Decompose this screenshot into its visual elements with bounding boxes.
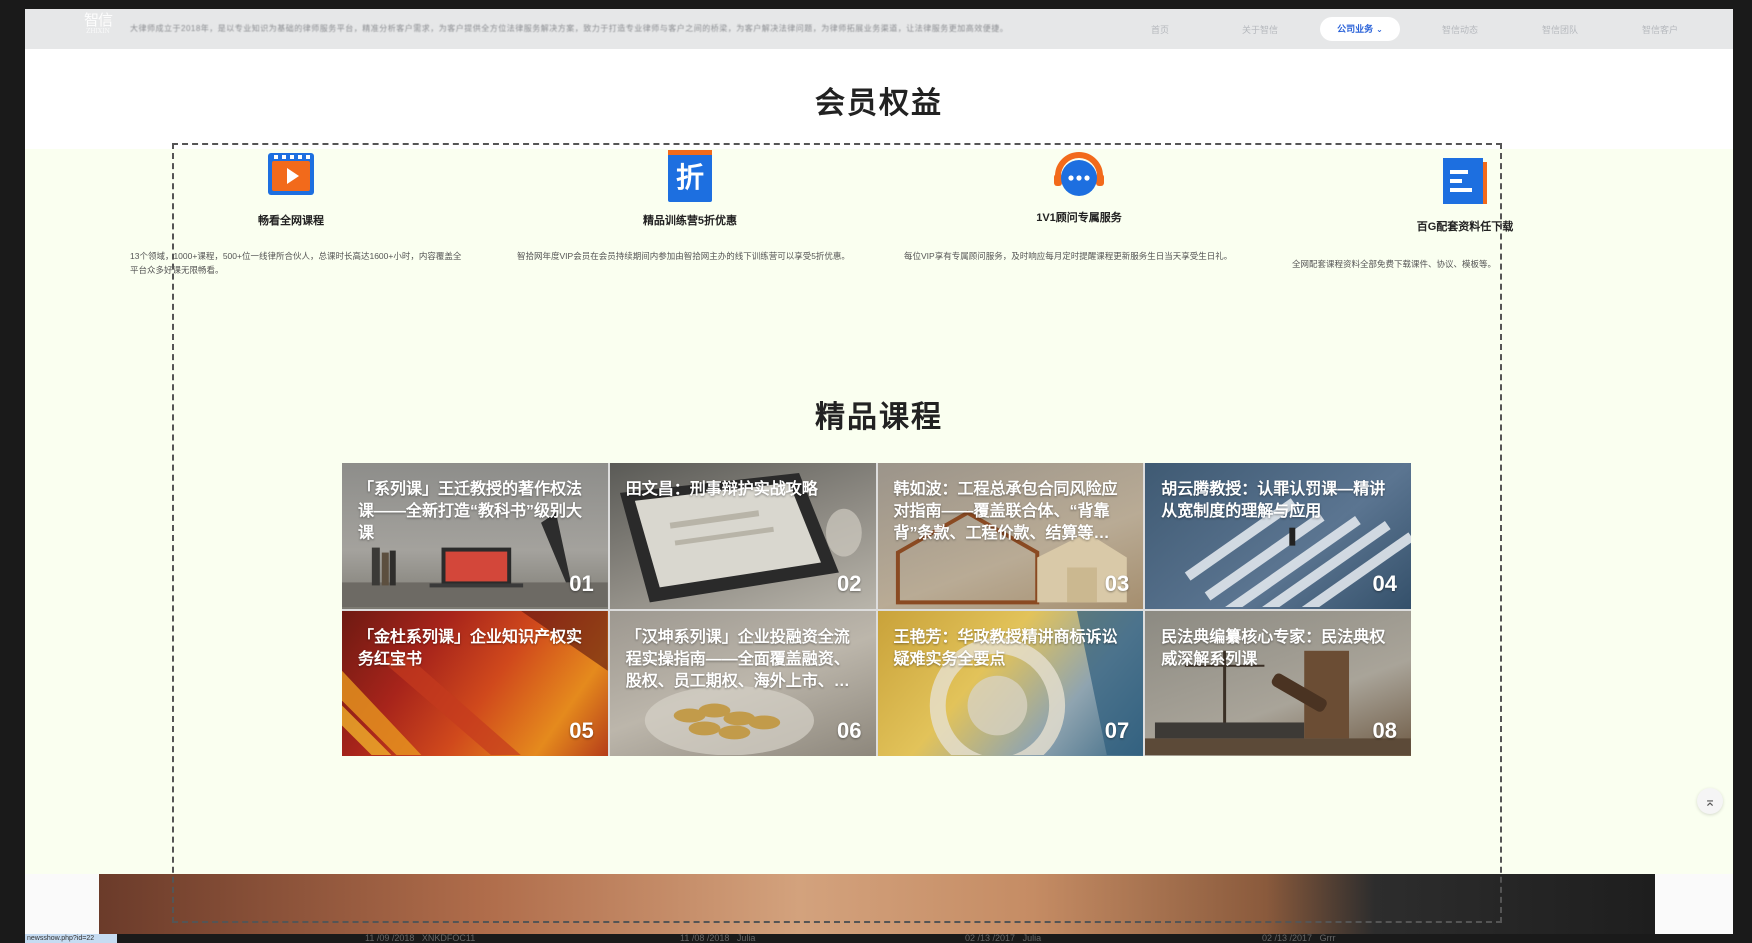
item-date: 11 /08 /2018 [680,933,730,943]
benefit-desc: 13个领域，1000+课程，500+位一线律所合伙人，总课时长高达1600+小时… [130,251,462,275]
benefit-item-downloads[interactable]: 百G配套资料任下载 [1400,156,1530,234]
course-title: 韩如波：工程总承包合同风险应对指南——覆盖联合体、“背靠背”条款、工程价款、结算… [893,481,1118,542]
item-date: 02 /13 /2017 [1262,933,1313,943]
courses-section-title: 精品课程 [815,401,943,434]
course-number: 04 [1372,570,1397,596]
benefit-title: 1V1顾问专属服务 [1036,212,1122,224]
chevron-down-icon: ⌄ [1376,25,1383,34]
course-card[interactable]: 「汉坤系列课」企业投融资全流程实操指南——全面覆盖融资、股权、员工期权、海外上市… [609,610,876,756]
course-number: 06 [837,718,862,743]
benefit-item-consultant[interactable]: 1V1顾问专属服务 [1019,148,1139,225]
back-to-top-button[interactable]: ⌅ [1697,788,1723,814]
benefit-desc: 智拾网年度VIP会员在会员持续期间内参加由智拾网主办的线下训练营可以享受5折优惠… [517,251,850,261]
course-title: 胡云腾教授：认罪认罚课—精讲从宽制度的理解与应用 [1161,481,1386,520]
course-card[interactable]: 田文昌：刑事辩护实战攻略 02 [609,463,876,609]
discount-glyph: 折 [676,161,704,194]
nav-item-business-label: 公司业务 [1337,24,1374,34]
nav-item-team[interactable]: 智信团队 [1510,23,1610,36]
nav-item-news[interactable]: 智信动态 [1410,23,1510,36]
nav-item-about[interactable]: 关于智信 [1210,23,1310,36]
benefit-item-courses[interactable]: 畅看全网课程 [246,151,336,228]
course-card[interactable]: 「系列课」王迁教授的著作权法课——全新打造“教科书”级别大课 01 [342,463,608,609]
course-number: 05 [569,718,594,743]
benefit-title: 百G配套资料任下载 [1416,221,1514,233]
course-number: 03 [1104,570,1130,596]
top-navigation-bar: 智信 ZHIXIN 大律师成立于2018年，是以专业知识为基础的律师服务平台，精… [25,9,1733,49]
course-number: 02 [837,570,862,596]
benefit-desc: 全网配套课程资料全部免费下载课件、协议、模板等。 [1292,259,1497,269]
nav-item-clients[interactable]: 智信客户 [1610,23,1710,36]
document-icon [1443,158,1487,204]
site-logo[interactable]: 智信 ZHIXIN [77,13,119,45]
course-card[interactable]: 「金杜系列课」企业知识产权实务红宝书 05 [342,610,608,756]
list-item-date: 11 /09 /2018 XNKDFOC11 [365,934,475,943]
course-title: 「汉坤系列课」企业投融资全流程实操指南——全面覆盖融资、股权、员工期权、海外上市… [625,628,850,690]
top-notice-text: 大律师成立于2018年，是以专业知识为基础的律师服务平台，精准分析客户需求，为客… [130,24,1009,33]
list-item-date: 02 /13 /2017 Grrr [1262,934,1336,943]
benefit-desc: 每位VIP享有专属顾问服务，及时响应每月定时提醒课程更新服务生日当天享受生日礼。 [904,251,1233,261]
course-title: 田文昌：刑事辩护实战攻略 [625,481,818,498]
benefit-title: 精品训练营5折优惠 [642,215,738,227]
benefit-item-discount[interactable]: 折 精品训练营5折优惠 [625,149,755,228]
course-card[interactable]: 王艳芳：华政教授精讲商标诉讼疑难实务全要点 07 [877,610,1144,756]
course-number: 07 [1104,718,1130,743]
course-card[interactable]: 胡云腾教授：认罪认罚课—精讲从宽制度的理解与应用 04 [1145,463,1411,609]
benefits-section-title: 会员权益 [815,87,943,120]
status-bar-url: newsshow.php?id=22 [25,934,117,943]
discount-icon: 折 [668,150,712,202]
nav-item-home[interactable]: 首页 [1110,23,1210,36]
nav-item-business[interactable]: 公司业务 ⌄ [1320,17,1400,41]
page-frame: 智信 ZHIXIN 大律师成立于2018年，是以专业知识为基础的律师服务平台，精… [25,9,1733,934]
item-date: 02 /13 /2017 [965,933,1016,943]
bottom-banner-margin-left [25,874,99,934]
course-number: 01 [569,570,594,596]
benefit-title: 畅看全网课程 [258,215,324,227]
logo-subtext: ZHIXIN [86,28,110,35]
item-author: Grrr [1319,933,1336,943]
list-item-date: 02 /13 /2017 Julia [965,934,1041,943]
course-title: 「金杜系列课」企业知识产权实务红宝书 [358,628,583,668]
course-card[interactable]: 民法典编纂核心专家：民法典权威深解系列课 08 [1145,610,1411,756]
course-title: 民法典编纂核心专家：民法典权威深解系列课 [1161,628,1386,668]
courses-grid: 「系列课」王迁教授的著作权法课——全新打造“教科书”级别大课 01 田文昌：刑事… [342,463,1411,756]
item-author: Julia [736,933,756,943]
arrow-up-icon: ⌅ [1704,793,1716,809]
video-play-icon [268,153,314,195]
item-author: XNKDFOC11 [421,933,476,943]
list-item-date: 11 /08 /2018 Julia [680,934,755,943]
main-nav: 首页 关于智信 公司业务 ⌄ 智信动态 智信团队 智信客户 [1110,9,1710,49]
course-title: 「系列课」王迁教授的著作权法课——全新打造“教科书”级别大课 [358,481,583,542]
course-number: 08 [1372,718,1397,743]
course-title: 王艳芳：华政教授精讲商标诉讼疑难实务全要点 [893,628,1118,668]
bottom-banner-image [99,874,1655,934]
item-date: 11 /09 /2018 [365,933,415,943]
item-author: Julia [1022,933,1042,943]
logo-text: 智信 [83,11,113,29]
course-card[interactable]: 韩如波：工程总承包合同风险应对指南——覆盖联合体、“背靠背”条款、工程价款、结算… [877,463,1144,609]
consultant-chat-icon [1054,152,1104,196]
bottom-banner-margin-right [1655,874,1733,934]
